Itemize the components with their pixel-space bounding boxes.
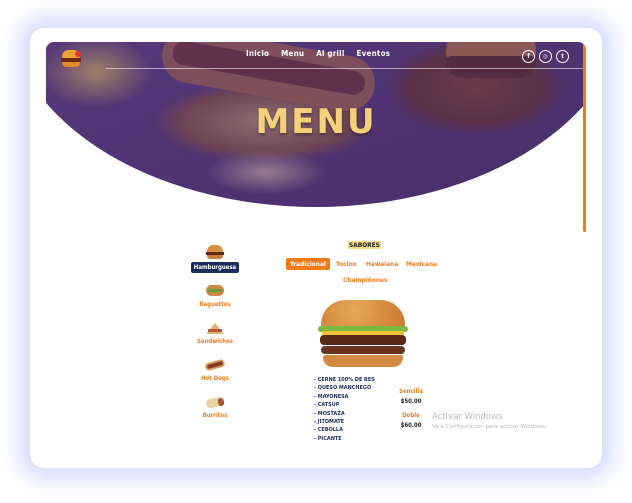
baguette-icon bbox=[204, 283, 226, 298]
watermark-subtitle: Ve a Configuración para activar Windows. bbox=[432, 424, 547, 430]
facebook-icon[interactable]: f bbox=[522, 50, 535, 63]
category-label: Hot Dogs bbox=[201, 375, 229, 382]
hero-banner: Inicio Menu Al grill Eventos f ◎ t MENU bbox=[46, 42, 586, 207]
ingredient-item: - MOSTAZA bbox=[314, 410, 345, 417]
tab-champinones[interactable]: Champiñones bbox=[343, 276, 387, 284]
product-image bbox=[318, 300, 408, 370]
twitter-icon[interactable]: t bbox=[556, 50, 569, 63]
nav-item-menu[interactable]: Menu bbox=[281, 49, 304, 58]
ingredient-item: - JITOMATE bbox=[314, 419, 345, 426]
hotdog-icon bbox=[204, 357, 226, 372]
instagram-icon[interactable]: ◎ bbox=[539, 50, 552, 63]
ingredient-item: - PICANTE bbox=[314, 435, 342, 442]
social-links: f ◎ t bbox=[522, 50, 569, 63]
price-label: Sencilla bbox=[399, 388, 423, 395]
ingredient-item: - MAYONESA bbox=[314, 393, 349, 400]
nav-divider bbox=[106, 68, 586, 69]
price-value: $60.00 bbox=[400, 422, 422, 429]
price-sencilla: Sencilla $50.00 bbox=[398, 388, 424, 405]
brand-logo[interactable] bbox=[60, 50, 82, 68]
category-label: Sandwiches bbox=[197, 338, 233, 345]
tab-mexicana[interactable]: Mexicana bbox=[406, 260, 437, 268]
ingredient-item: - CEBOLLA bbox=[314, 427, 343, 434]
tab-tradicional[interactable]: Tradicional bbox=[286, 258, 330, 270]
category-label: Hamburguesa bbox=[191, 262, 239, 273]
ingredient-item: - CATSUP bbox=[314, 402, 340, 409]
watermark-title: Activar Windows bbox=[432, 412, 503, 422]
category-label: Baguettes bbox=[199, 301, 231, 308]
category-sandwiches[interactable]: Sandwiches bbox=[191, 320, 239, 345]
category-label: Burritos bbox=[202, 412, 228, 419]
tab-hawaiana[interactable]: Hawaiana bbox=[366, 260, 398, 268]
sandwich-icon bbox=[204, 320, 226, 335]
page-title: MENU bbox=[255, 102, 377, 142]
main-nav: Inicio Menu Al grill Eventos bbox=[246, 49, 390, 58]
category-baguettes[interactable]: Baguettes bbox=[191, 283, 239, 308]
browser-viewport: Inicio Menu Al grill Eventos f ◎ t MENU … bbox=[46, 42, 586, 452]
nav-item-eventos[interactable]: Eventos bbox=[357, 49, 391, 58]
tab-tocino[interactable]: Tocino bbox=[336, 260, 357, 268]
category-burritos[interactable]: Burritos bbox=[191, 394, 239, 419]
price-doble: Doble $60.00 bbox=[398, 412, 424, 429]
price-value: $50.00 bbox=[400, 398, 422, 405]
nav-item-inicio[interactable]: Inicio bbox=[246, 49, 269, 58]
flavors-heading: SABORES bbox=[348, 241, 381, 249]
ingredient-item: - CERNE 100% DE RES bbox=[314, 377, 375, 383]
ingredients-list: - CERNE 100% DE RES - QUESO MANCHEGO - M… bbox=[314, 376, 375, 443]
scrollbar-thumb[interactable] bbox=[583, 42, 586, 232]
ingredient-item: - QUESO MANCHEGO bbox=[314, 385, 372, 392]
category-hamburguesa[interactable]: Hamburguesa bbox=[191, 245, 239, 273]
nav-item-al-grill[interactable]: Al grill bbox=[316, 49, 344, 58]
hamburger-icon bbox=[204, 245, 226, 260]
burrito-icon bbox=[204, 394, 226, 409]
category-hot-dogs[interactable]: Hot Dogs bbox=[191, 357, 239, 382]
price-label: Doble bbox=[402, 412, 420, 419]
windows-activation-watermark: Activar Windows Ve a Configuración para … bbox=[432, 412, 547, 430]
